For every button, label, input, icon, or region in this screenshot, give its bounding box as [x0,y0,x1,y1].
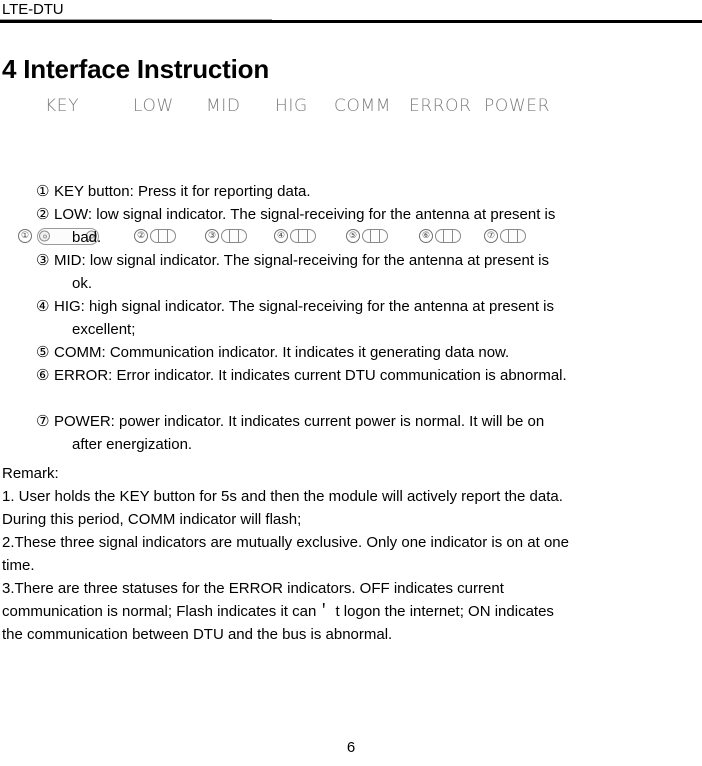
description-text-7: POWER: power indicator. It indicates cur… [54,410,702,456]
description-item-2: ② LOW: low signal indicator. The signal-r… [36,203,702,249]
description-main-line-7: POWER: power indicator. It indicates cur… [54,413,545,430]
figure-label-comm: COMM [334,96,391,116]
description-marker-6: ⑥ [36,366,50,384]
description-marker-1: ① [36,182,50,200]
description-item-7: ⑦ POWER: power indicator. It indicates cu… [36,410,702,456]
description-marker-4: ④ [36,297,50,315]
description-text-5: COMM: Communication indicator. It indica… [54,341,702,364]
figure-label-error: ERROR [409,96,472,116]
figure-label-mid: MID [206,96,241,116]
description-marker-2: ② [36,205,50,223]
description-marker-7: ⑦ [36,412,50,430]
remark-line-6: communication is normal; Flash indicates… [2,603,554,620]
description-marker-3: ③ [36,251,50,269]
device-interface-figure: KEY LOW MID HIG COMM ERROR POWER ① ② ③ ④ ⑤ ⑥ ⑦ [0,96,702,245]
header-title: LTE-DTU [2,1,64,18]
remark-title: Remark: [2,465,59,482]
description-text-4: HIG: high signal indicator. The signal-r… [54,295,702,341]
figure-label-power: POWER [484,96,550,116]
description-text-1: KEY button: Press it for reporting data. [54,180,702,203]
description-continuation-4: excellent; [72,321,136,338]
description-main-line-5: COMM: Communication indicator. It indica… [54,344,510,361]
header-rule [0,20,702,23]
figure-callout-number-1: ① [18,229,32,243]
description-main-line-6: ERROR: Error indicator. It indicates cur… [54,367,567,384]
description-continuation-2: bad. [72,229,102,246]
description-item-6: ⑥ ERROR: Error indicator. It indicates cu… [36,364,702,387]
description-main-line-4: HIG: high signal indicator. The signal-r… [54,298,555,315]
remark-line-3: 2.These three signal indicators are mutu… [2,534,569,551]
description-main-line-3: MID: low signal indicator. The signal-re… [54,252,549,269]
description-continuation-3: ok. [72,275,93,292]
remark-line-2: During this period, COMM indicator will … [2,511,302,528]
figure-label-low: LOW [133,96,174,116]
description-marker-5: ⑤ [36,343,50,361]
page-header: LTE-DTU [0,0,702,23]
description-text-3: MID: low signal indicator. The signal-re… [54,249,702,295]
description-item-5: ⑤ COMM: Communication indicator. It indic… [36,341,702,364]
page-title: 4 Interface Instruction [2,54,270,85]
figure-label-hig: HIG [275,96,308,116]
description-main-line-2: LOW: low signal indicator. The signal-re… [54,206,556,223]
description-text-6: ERROR: Error indicator. It indicates cur… [54,364,702,387]
remark-line-4: time. [2,557,35,574]
remark-line-1: 1. User holds the KEY button for 5s and … [2,488,563,505]
description-main-line-1: KEY button: Press it for reporting data. [54,183,311,200]
page-number: 6 [346,739,356,756]
description-item-3: ③ MID: low signal indicator. The signal-r… [36,249,702,295]
description-continuation-7: after energization. [72,436,193,453]
description-item-1: ① KEY button: Press it for reporting data… [36,180,702,203]
remark-block: Remark: 1. User holds the KEY button for… [2,462,701,646]
description-item-4: ④ HIG: high signal indicator. The signal-… [36,295,702,341]
remark-line-5: 3.There are three statuses for the ERROR… [2,580,504,597]
figure-label-key: KEY [45,96,80,116]
remark-line-7: the communication between DTU and the bu… [2,626,393,643]
remark-lines: 1. User holds the KEY button for 5s and … [2,485,701,646]
description-text-2: LOW: low signal indicator. The signal-re… [54,203,702,249]
interface-description-list: ① KEY button: Press it for reporting data… [36,180,702,456]
